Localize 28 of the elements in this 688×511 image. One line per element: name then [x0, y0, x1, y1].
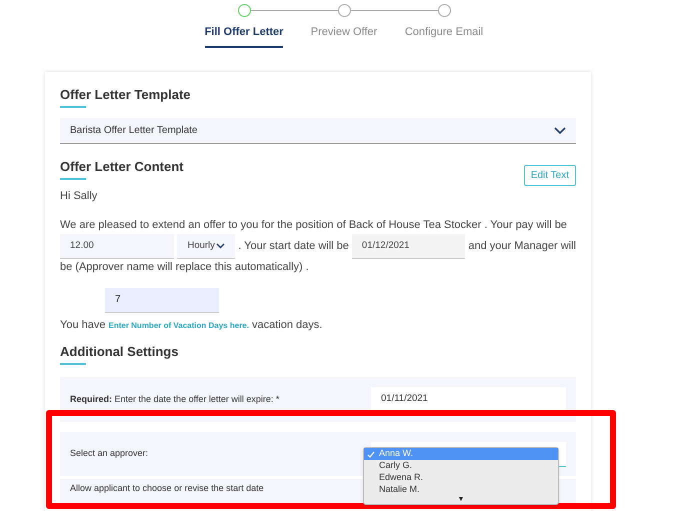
start-date-field[interactable]: 01/12/2021 — [352, 234, 466, 259]
vacation-days-field[interactable]: 7 — [105, 288, 219, 312]
greeting-text: Hi Sally — [60, 189, 98, 204]
offer-text: and your Manager will — [468, 239, 576, 254]
section-title: Offer Letter Content — [60, 160, 184, 173]
vacation-text: You have — [60, 318, 106, 332]
approver-label: Select an approver: — [70, 447, 148, 460]
offer-text: We are pleased to extend an offer to you for the position of Back of House Tea Stocker . Your pay will be — [60, 218, 568, 232]
expiry-date-field[interactable]: 01/11/2021 — [371, 387, 566, 412]
approver-option[interactable]: Edwena R. — [364, 472, 558, 484]
expiry-label: Required: Enter the date the offer letter will expire: * — [70, 392, 280, 406]
approver-option[interactable]: Natalie M. — [364, 484, 558, 496]
start-date-option-label: Allow applicant to choose or revise the start date — [70, 482, 264, 495]
chevron-down-icon — [554, 126, 566, 134]
section-title: Offer Letter Template — [60, 88, 192, 101]
offer-text: be (Approver name will replace this automatically) . — [60, 260, 310, 275]
step-tab[interactable]: Fill Offer Letter — [204, 24, 284, 48]
chevron-down-icon — [216, 243, 226, 249]
template-select[interactable]: Barista Offer Letter Template — [60, 118, 576, 144]
section-title: Additional Settings — [60, 345, 180, 358]
step-tab[interactable]: Preview Offer — [310, 24, 378, 48]
step-tab[interactable]: Configure Email — [404, 24, 484, 48]
pay-field[interactable]: 12.00 — [60, 234, 174, 259]
check-icon — [367, 450, 375, 458]
approver-option[interactable]: Carly G. — [364, 460, 558, 472]
offer-text: . Your start date will be — [238, 239, 349, 254]
pay-period-select[interactable]: Hourly — [177, 234, 236, 259]
vacation-text: vacation days. — [252, 318, 322, 332]
